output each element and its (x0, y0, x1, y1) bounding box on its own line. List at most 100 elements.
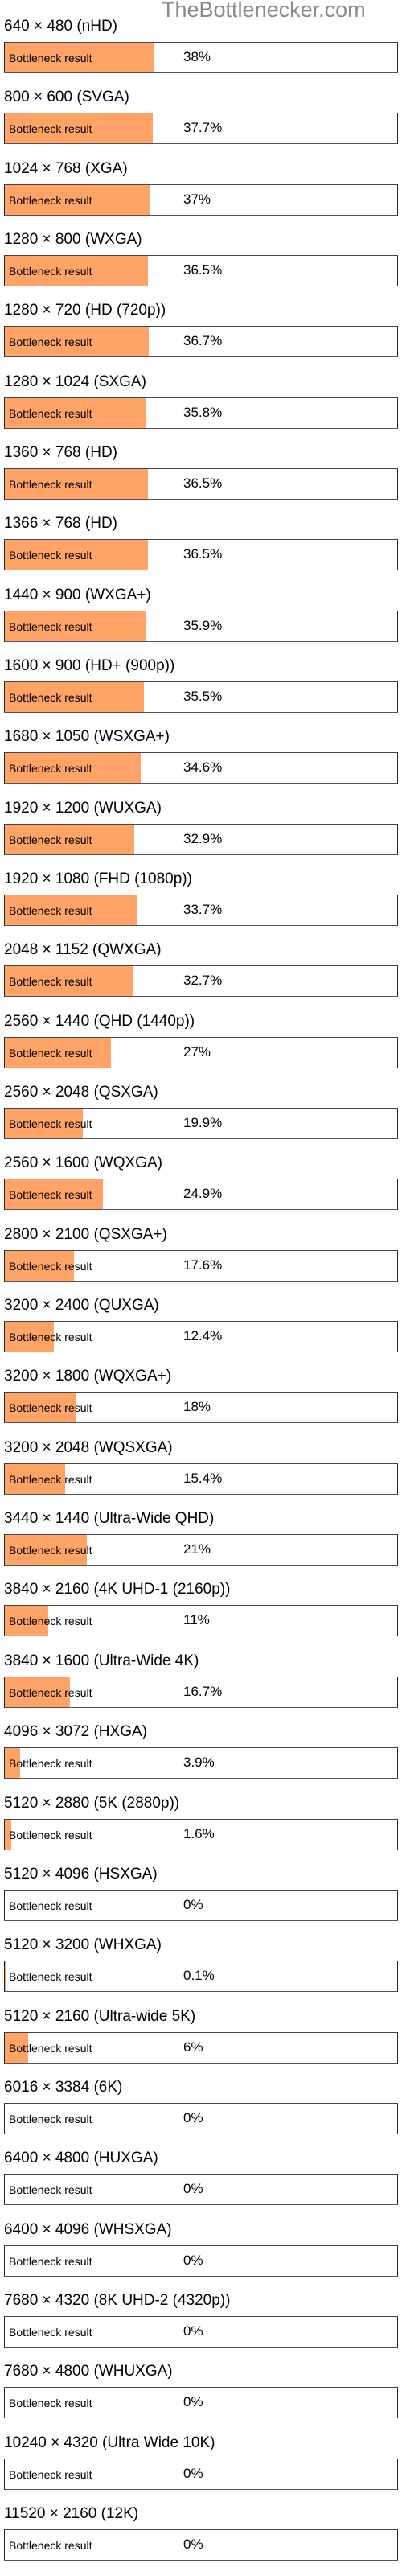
resolution-label: 1024 × 768 (XGA) (4, 160, 128, 178)
bottleneck-bar: Bottleneck result 37% (4, 184, 398, 216)
resolution-label: 3840 × 1600 (Ultra-Wide 4K) (4, 1652, 199, 1670)
bottleneck-bar: Bottleneck result 16.7% (4, 1677, 398, 1708)
bar-caption: Bottleneck result (9, 761, 92, 776)
bar-caption: Bottleneck result (9, 548, 92, 562)
bar-caption: Bottleneck result (9, 1756, 92, 1771)
bottleneck-bar: Bottleneck result 36.5% (4, 468, 398, 500)
bottleneck-bar: Bottleneck result21% (4, 1534, 398, 1566)
bar-value-label: 37% (183, 191, 211, 208)
bar-value-label: 0% (183, 2537, 203, 2553)
bar-value-label: 0% (183, 2181, 203, 2197)
bar-value-label: 36.7% (183, 333, 222, 349)
resolution-label: 11520 × 2160 (12K) (4, 2505, 138, 2523)
bar-caption: Bottleneck result (9, 1969, 92, 1984)
resolution-label: 2800 × 2100 (QSXGA+) (4, 1226, 167, 1244)
result-row: 1366 × 768 (HD) Bottleneck result 36.5% (0, 515, 402, 586)
result-row: 3840 × 2160 (4K UHD-1 (2160p)) Bottleneck… (0, 1581, 402, 1652)
bottleneck-bar: Bottleneck result0% (4, 2459, 398, 2490)
bar-caption: Bottleneck result (9, 1046, 92, 1060)
bottleneck-bar: Bottleneck result 0% (4, 2174, 398, 2205)
resolution-label: 4096 × 3072 (HXGA) (4, 1723, 147, 1741)
result-row: 6400 × 4800 (HUXGA)Bottleneck result0% (0, 2150, 402, 2220)
bar-value-label: 35.5% (183, 689, 222, 705)
bar-value-label: 0.1% (183, 1968, 215, 1984)
bar-caption: Bottleneck result (9, 1685, 92, 1700)
bar-caption: Bottleneck result (9, 690, 92, 705)
bar-value-label: 0% (183, 2110, 203, 2126)
bar-caption: Bottleneck result (9, 1401, 92, 1415)
result-row: 3200 × 1800 (WQXGA+) Bottleneck result 18% (0, 1368, 402, 1438)
resolution-label: 3200 × 1800 (WQXGA+) (4, 1368, 171, 1385)
result-row: 1280 × 720 (HD (720p))Bottleneck result3… (0, 302, 402, 372)
result-row: 7680 × 4320 (8K UHD-2 (4320p)) Bottleneck… (0, 2292, 402, 2363)
resolution-label: 1440 × 900 (WXGA+) (4, 586, 151, 604)
result-row: 6016 × 3384 (6K) Bottleneck result0% (0, 2079, 402, 2150)
resolution-label: 2048 × 1152 (QWXGA) (4, 941, 162, 959)
bottleneck-bar: Bottleneck result 0% (4, 2529, 398, 2561)
bar-caption: Bottleneck result (9, 264, 92, 278)
bottleneck-bar: Bottleneck result0% (4, 2387, 398, 2418)
result-row: 1680 × 1050 (WSXGA+)Bottleneck result34.… (0, 728, 402, 799)
bottleneck-bar: Bottleneck result11% (4, 1605, 398, 1636)
bar-value-label: 38% (183, 49, 211, 65)
bar-value-label: 27% (183, 1044, 211, 1060)
bar-caption: Bottleneck result (9, 2325, 92, 2339)
bottleneck-bar: Bottleneck result 35.5% (4, 681, 398, 713)
bar-caption: Bottleneck result (9, 1472, 92, 1487)
bar-value-label: 36.5% (183, 262, 222, 278)
bar-caption: Bottleneck result (9, 1614, 92, 1628)
resolution-label: 5120 × 4096 (HSXGA) (4, 1866, 158, 1883)
bar-caption: Bottleneck result (9, 1187, 92, 1202)
resolution-label: 3840 × 2160 (4K UHD-1 (2160p)) (4, 1581, 230, 1599)
bar-caption: Bottleneck result (9, 2254, 92, 2269)
resolution-label: 800 × 600 (SVGA) (4, 88, 129, 106)
bar-value-label: 33.7% (183, 902, 222, 918)
resolution-label: 5120 × 2160 (Ultra-wide 5K) (4, 2008, 195, 2026)
bar-caption: Bottleneck result (9, 1259, 92, 1274)
resolution-label: 5120 × 2880 (5K (2880p)) (4, 1795, 179, 1813)
resolution-label: 3200 × 2400 (QUXGA) (4, 1297, 159, 1315)
resolution-label: 1366 × 768 (HD) (4, 515, 117, 533)
resolution-label: 1920 × 1200 (WUXGA) (4, 800, 162, 817)
result-row: 5120 × 2880 (5K (2880p)) Bottleneck resul… (0, 1795, 402, 1866)
bottleneck-bar: Bottleneck result0% (4, 2103, 398, 2134)
bar-value-label: 35.9% (183, 618, 222, 634)
result-row: 800 × 600 (SVGA)Bottleneck result37.7% (0, 88, 402, 159)
bar-caption: Bottleneck result (9, 193, 92, 208)
resolution-label: 7680 × 4320 (8K UHD-2 (4320p)) (4, 2292, 230, 2310)
bar-caption: Bottleneck result (9, 406, 92, 421)
bottleneck-bar: Bottleneck result35.9% (4, 611, 398, 642)
bar-value-label: 0% (183, 2466, 203, 2482)
bar-value-label: 36.5% (183, 546, 222, 562)
resolution-label: 2560 × 1600 (WQXGA) (4, 1154, 162, 1172)
result-row: 6400 × 4096 (WHSXGA)Bottleneck result0% (0, 2221, 402, 2292)
bar-value-label: 19.9% (183, 1115, 222, 1131)
bottleneck-bar: Bottleneck result0% (4, 1890, 398, 1921)
resolution-label: 6016 × 3384 (6K) (4, 2079, 122, 2097)
bar-value-label: 16.7% (183, 1684, 222, 1700)
bar-caption: Bottleneck result (9, 2538, 92, 2553)
result-row: 1920 × 1080 (FHD (1080p))Bottleneck resu… (0, 870, 402, 941)
bottleneck-bar: Bottleneck result34.6% (4, 752, 398, 784)
bar-value-label: 0% (183, 2253, 203, 2269)
bottleneck-bar: Bottleneck result6% (4, 2032, 398, 2064)
bar-caption: Bottleneck result (9, 2183, 92, 2197)
result-row: 640 × 480 (nHD)Bottleneck result38% (0, 18, 402, 88)
bottleneck-bar: Bottleneck result 0.1% (4, 1961, 398, 1992)
bottleneck-bar: Bottleneck result1.6% (4, 1819, 398, 1850)
bar-value-label: 17.6% (183, 1257, 222, 1274)
bottleneck-bar: Bottleneck result15.4% (4, 1463, 398, 1495)
bottleneck-bar: Bottleneck result 17.6% (4, 1250, 398, 1282)
bar-caption: Bottleneck result (9, 477, 92, 492)
bar-value-label: 12.4% (183, 1328, 222, 1344)
resolution-label: 2560 × 1440 (QHD (1440p)) (4, 1013, 195, 1031)
result-row: 1360 × 768 (HD)Bottleneck result36.5% (0, 444, 402, 515)
bar-value-label: 24.9% (183, 1186, 222, 1202)
bar-value-label: 0% (183, 1897, 203, 1913)
bar-caption: Bottleneck result (9, 903, 92, 918)
bar-value-label: 36.5% (183, 475, 222, 492)
result-row: 2560 × 2048 (QSXGA)Bottleneck result19.9… (0, 1084, 402, 1154)
bar-value-label: 18% (183, 1399, 211, 1415)
bar-caption: Bottleneck result (9, 121, 92, 136)
result-row: 2560 × 1600 (WQXGA) Bottleneck result 24.9… (0, 1154, 402, 1225)
